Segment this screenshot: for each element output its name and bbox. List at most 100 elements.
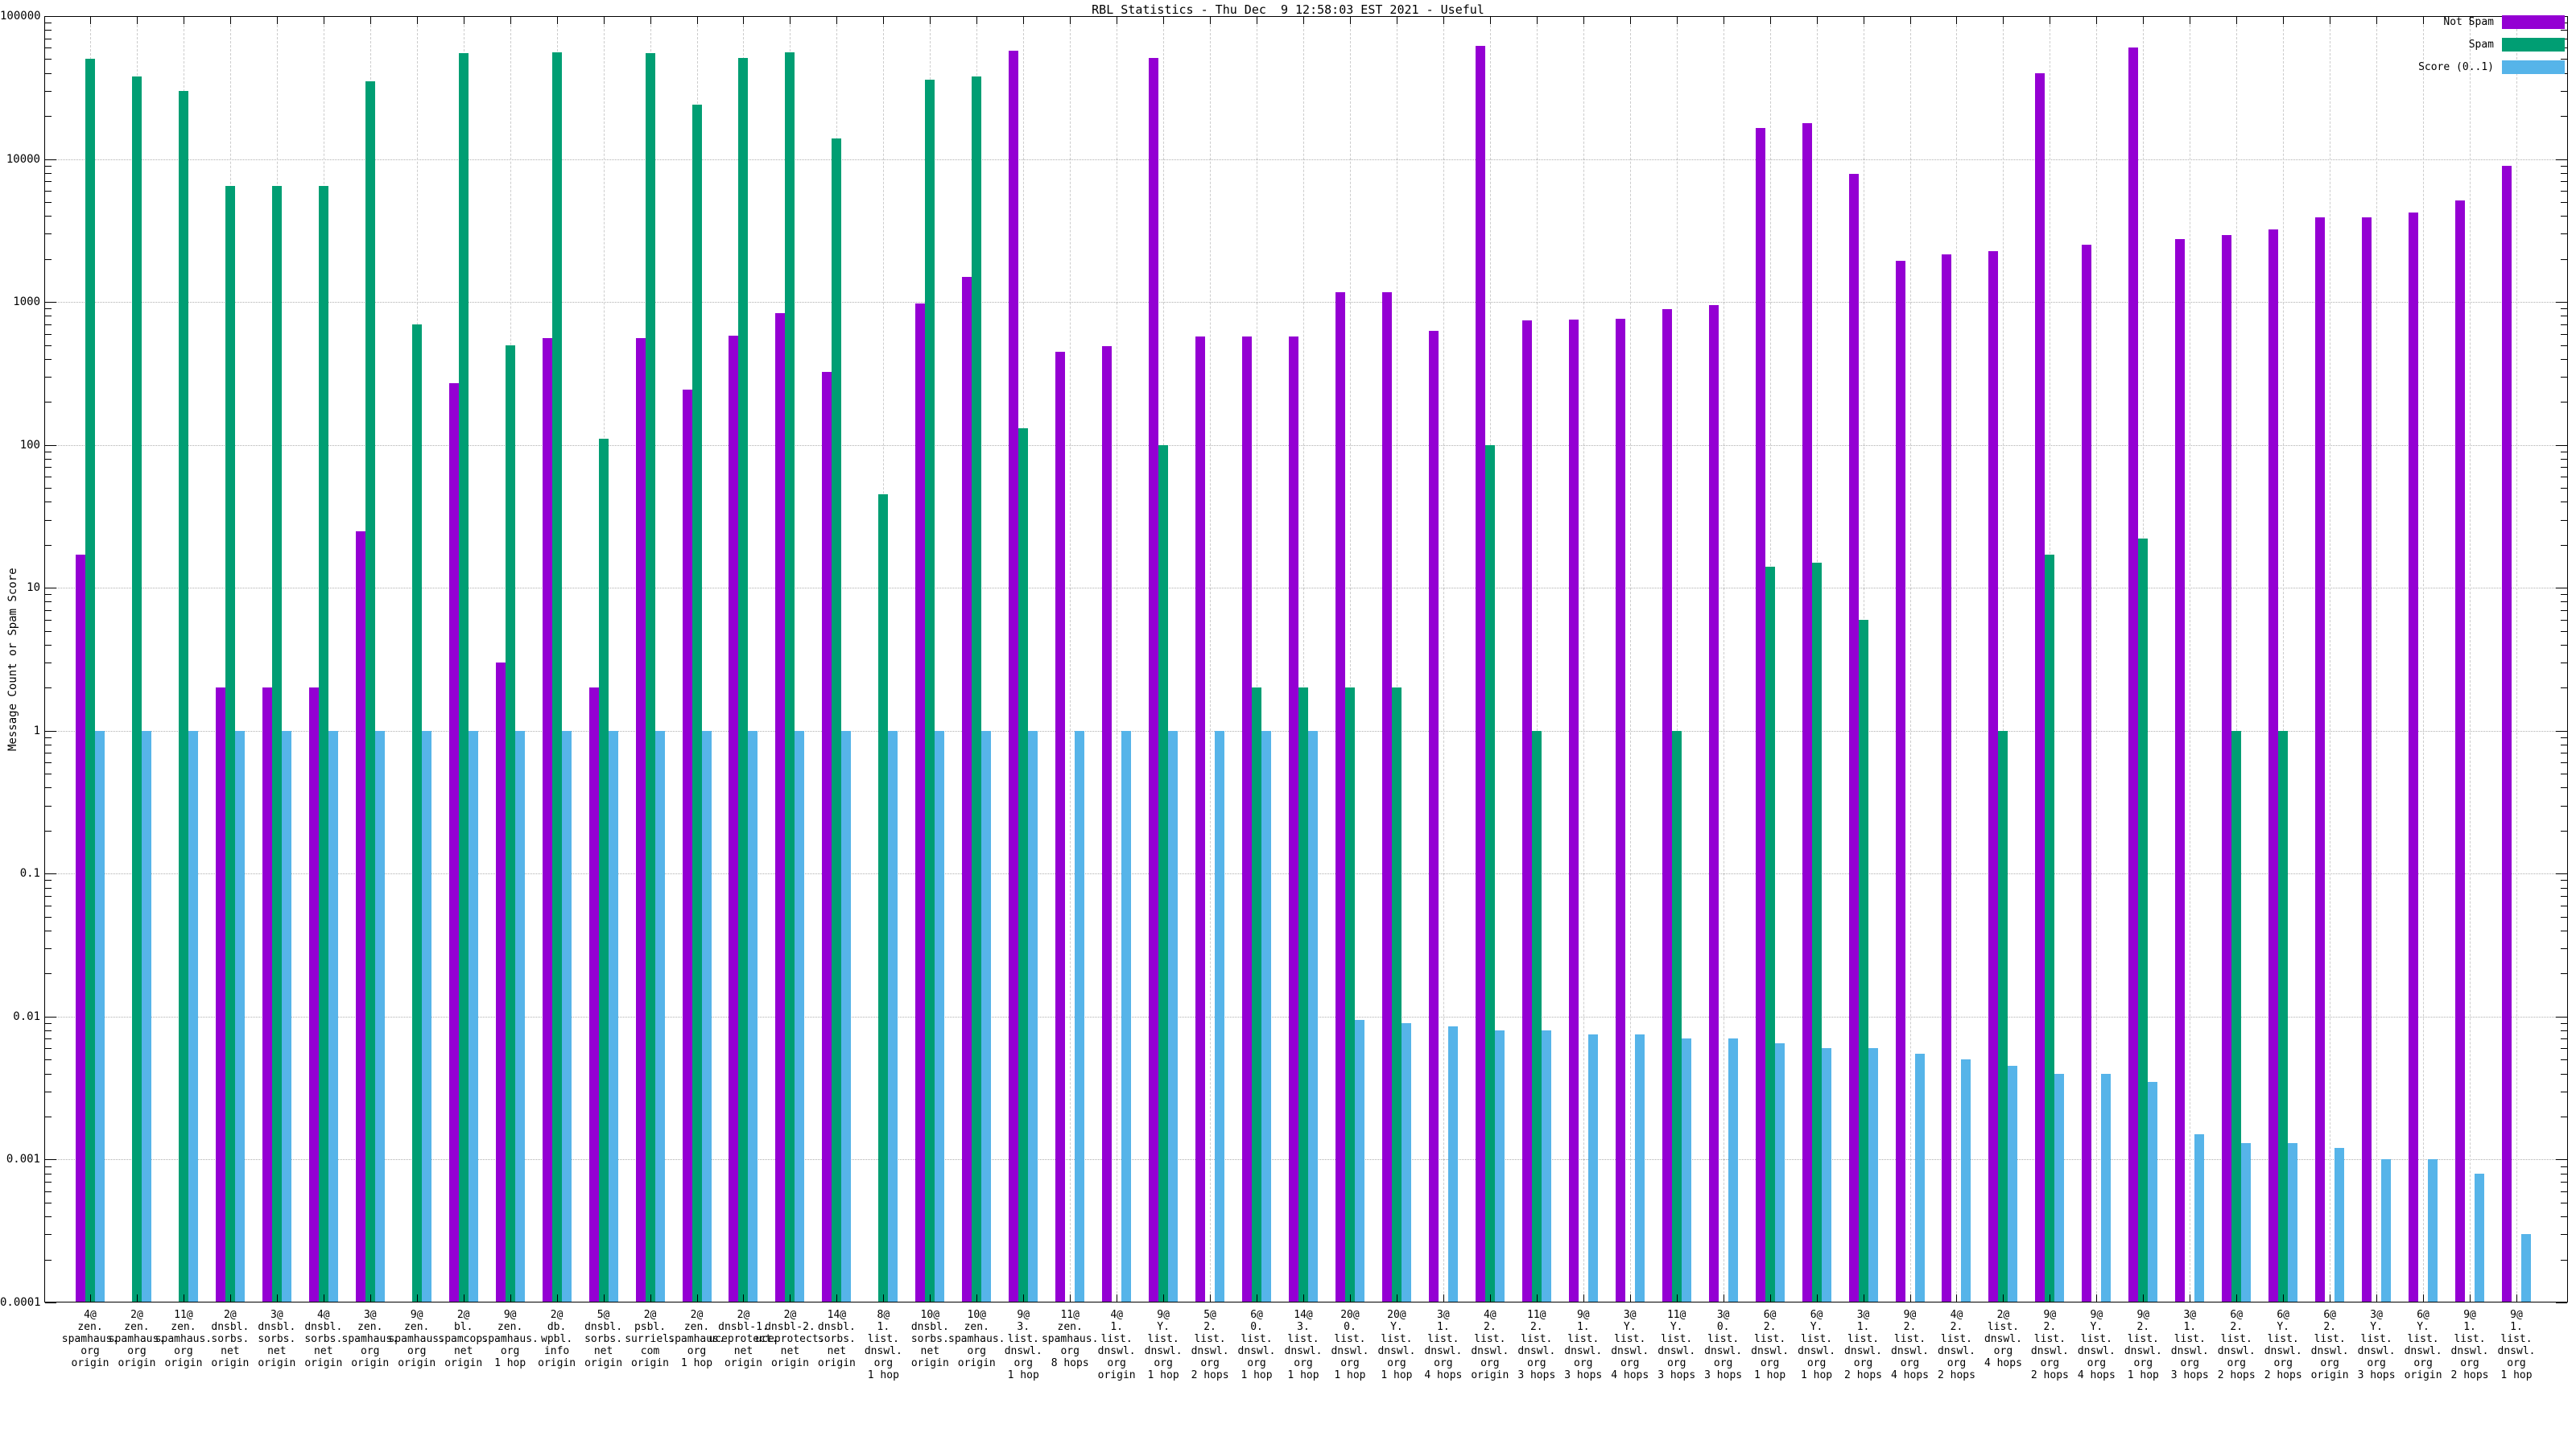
x-tick-top [90,17,91,24]
x-tick-top [1537,17,1538,24]
y-minor-tick [45,1260,52,1261]
y-minor-tick [45,233,52,234]
x-tick-bottom [1070,1294,1071,1302]
x-tick-top [277,17,278,24]
bar-not-spam [356,531,365,1302]
x-tick-bottom [1490,1294,1491,1302]
y-minor-tick [45,1234,52,1235]
x-tick-top [976,17,977,24]
x-tick-top [1956,17,1957,24]
x-tick-top [883,17,884,24]
bar-score [469,731,478,1302]
y-minor-tick [45,888,52,889]
x-tick-top [2283,17,2284,24]
y-minor-tick [2561,1038,2567,1039]
bar-spam [179,91,188,1302]
bar-spam [272,186,282,1302]
bar-not-spam [262,687,272,1302]
y-minor-tick [2561,459,2567,460]
bar-spam [225,186,235,1302]
bar-not-spam [1382,292,1392,1302]
bar-score [1215,731,1224,1302]
y-minor-tick [2561,594,2567,595]
y-minor-tick [45,880,52,881]
bar-score [1635,1034,1645,1302]
bar-spam [1672,731,1682,1302]
bar-score [375,731,385,1302]
y-minor-tick [2561,1023,2567,1024]
bar-spam [1859,620,1868,1302]
x-tick-bottom [370,1294,371,1302]
bar-score [2288,1143,2297,1302]
y-minor-tick [45,181,52,182]
bar-not-spam [2315,217,2325,1302]
y-minor-tick [45,1030,52,1031]
x-tick-bottom [930,1294,931,1302]
y-major-tick [45,159,56,160]
y-tick-label: 0.01 [0,1010,40,1023]
y-major-tick [2556,302,2567,303]
y-minor-tick [45,1166,52,1167]
bar-spam [599,439,609,1302]
bar-not-spam [2222,235,2231,1302]
y-tick-label: 1 [0,724,40,737]
y-minor-tick [45,377,52,378]
bar-score [1682,1038,1691,1302]
y-minor-tick [45,459,52,460]
x-tick-top [1677,17,1678,24]
y-minor-tick [45,896,52,897]
bar-score [1448,1026,1458,1302]
bar-not-spam [2409,213,2418,1302]
y-minor-tick [45,917,52,918]
y-minor-tick [2561,806,2567,807]
x-tick-top [1350,17,1351,24]
bar-not-spam [1242,336,1252,1302]
y-minor-tick [2561,1216,2567,1217]
y-minor-tick [2561,888,2567,889]
y-minor-tick [2561,610,2567,611]
x-tick-top [650,17,651,24]
bar-spam [832,138,841,1302]
bar-not-spam [1429,331,1439,1302]
y-minor-tick [2561,1074,2567,1075]
bar-not-spam [1662,309,1672,1302]
y-major-tick [2556,445,2567,446]
bar-score [235,731,245,1302]
x-tick-bottom [1303,1294,1304,1302]
bar-score [1402,1023,1411,1302]
bar-not-spam [962,277,972,1302]
bar-spam [925,80,935,1302]
y-minor-tick [2561,601,2567,602]
bar-not-spam [2082,245,2091,1302]
y-minor-tick [2561,545,2567,546]
bar-score [2241,1143,2251,1302]
bar-not-spam [1102,346,1112,1302]
y-minor-tick [2561,645,2567,646]
bar-spam [646,53,655,1302]
bar-not-spam [1849,174,1859,1302]
x-tick-top [230,17,231,24]
x-tick-bottom [883,1294,884,1302]
bar-not-spam [729,336,738,1302]
bar-not-spam [1896,261,1905,1302]
x-tick-top [1817,17,1818,24]
bar-not-spam [1195,336,1205,1302]
y-minor-tick [2561,488,2567,489]
x-tick-bottom [1210,1294,1211,1302]
x-tick-bottom [417,1294,418,1302]
x-tick-bottom [230,1294,231,1302]
bar-score [795,731,804,1302]
bar-not-spam [216,687,225,1302]
y-minor-tick [2561,896,2567,897]
bar-spam [692,105,702,1302]
x-tick-bottom [1537,1294,1538,1302]
bar-score [1775,1043,1785,1302]
x-tick-bottom [1443,1294,1444,1302]
x-tick-bottom [1350,1294,1351,1302]
bar-score [1542,1030,1551,1302]
bar-not-spam [2035,73,2045,1302]
legend-label-score: Score (0..1) [2418,61,2494,73]
bar-not-spam [1522,320,1532,1302]
x-tick-top [2376,17,2377,24]
bar-score [888,731,898,1302]
